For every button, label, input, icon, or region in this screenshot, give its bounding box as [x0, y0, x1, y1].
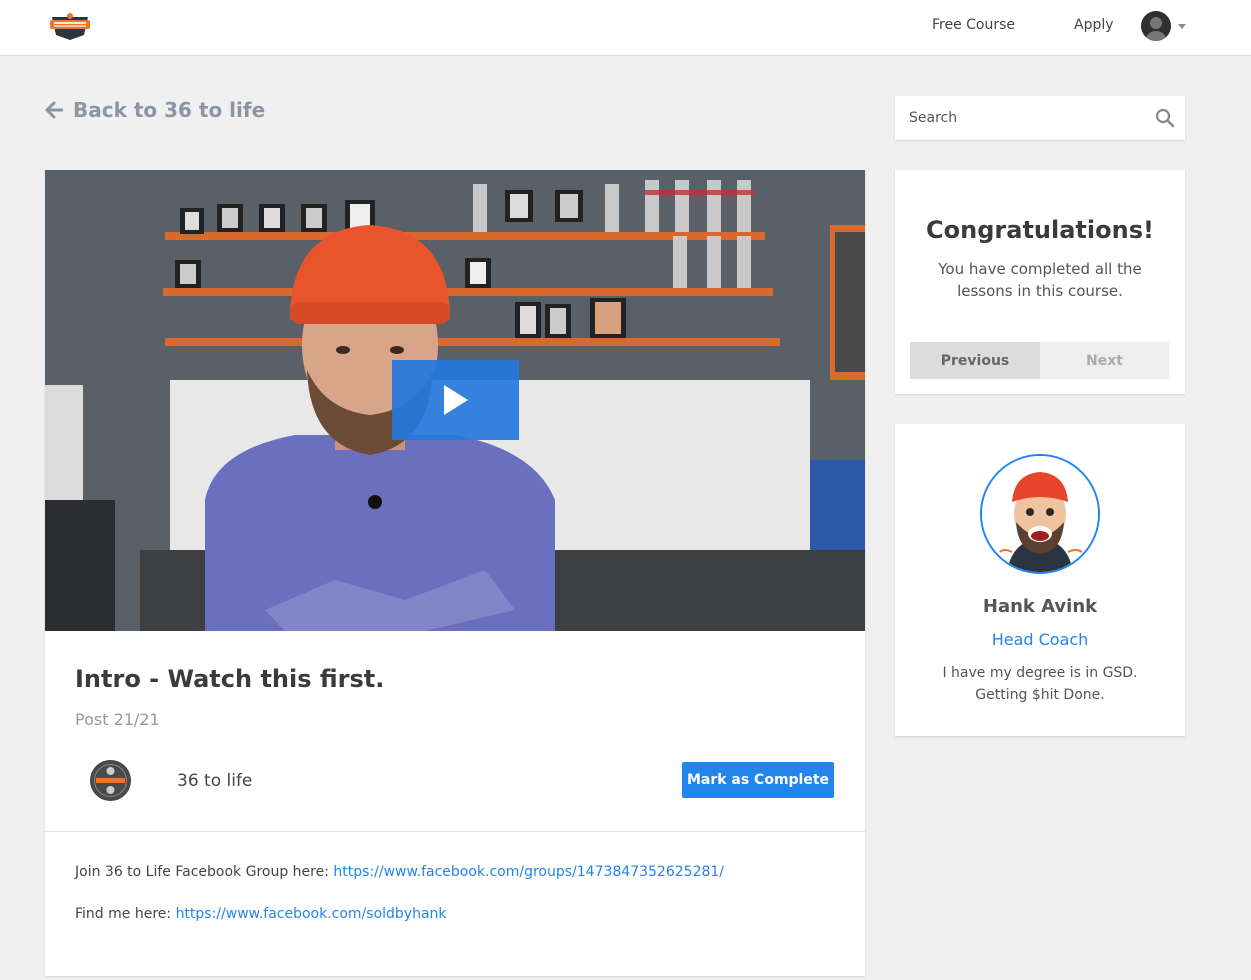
description-find-me: Find me here: https://www.facebook.com/s… [75, 906, 447, 922]
course-logo [90, 760, 131, 801]
video-player[interactable] [45, 170, 865, 631]
post-count: Post 21/21 [75, 710, 160, 729]
mark-as-complete-button[interactable]: Mark as Complete [682, 762, 834, 798]
divider [45, 831, 865, 832]
congrats-text: You have completed all the lessons in th… [938, 260, 1142, 300]
user-avatar[interactable] [1141, 11, 1171, 41]
chevron-down-icon[interactable] [1178, 24, 1186, 29]
arrow-left-icon [45, 101, 63, 119]
coach-role: Head Coach [991, 630, 1089, 649]
search-input[interactable] [895, 96, 1145, 140]
coach-avatar [980, 454, 1100, 574]
site-logo[interactable] [48, 11, 92, 41]
search-box [895, 96, 1185, 140]
nav-free-course[interactable]: Free Course [932, 17, 1015, 33]
coach-bio: I have my degree is in GSD. Getting $hit… [942, 665, 1138, 703]
nav-apply[interactable]: Apply [1074, 17, 1114, 33]
search-icon[interactable] [1155, 108, 1175, 128]
course-progress-card: Congratulations! You have completed all … [895, 170, 1185, 394]
facebook-group-link[interactable]: https://www.facebook.com/groups/14738473… [333, 864, 724, 880]
back-to-course-link[interactable]: Back to 36 to life [45, 97, 265, 123]
play-icon [443, 385, 468, 415]
next-button[interactable]: Next [1040, 342, 1169, 379]
back-link-label: Back to 36 to life [73, 98, 266, 122]
play-button[interactable] [392, 360, 519, 440]
description-facebook-group: Join 36 to Life Facebook Group here: htt… [75, 864, 724, 880]
lesson-card: Intro - Watch this first. Post 21/21 36 … [45, 170, 865, 976]
previous-button[interactable]: Previous [910, 342, 1040, 379]
congrats-title: Congratulations! [926, 216, 1154, 244]
description-text: Join 36 to Life Facebook Group here: [75, 864, 334, 880]
facebook-profile-link[interactable]: https://www.facebook.com/soldbyhank [176, 906, 447, 922]
coach-card: Hank Avink Head Coach I have my degree i… [895, 424, 1185, 736]
coach-name: Hank Avink [982, 596, 1098, 617]
top-navbar: Free Course Apply [0, 0, 1251, 56]
course-name: 36 to life [177, 771, 253, 791]
lesson-title: Intro - Watch this first. [75, 665, 385, 693]
description-text: Find me here: [75, 906, 176, 922]
